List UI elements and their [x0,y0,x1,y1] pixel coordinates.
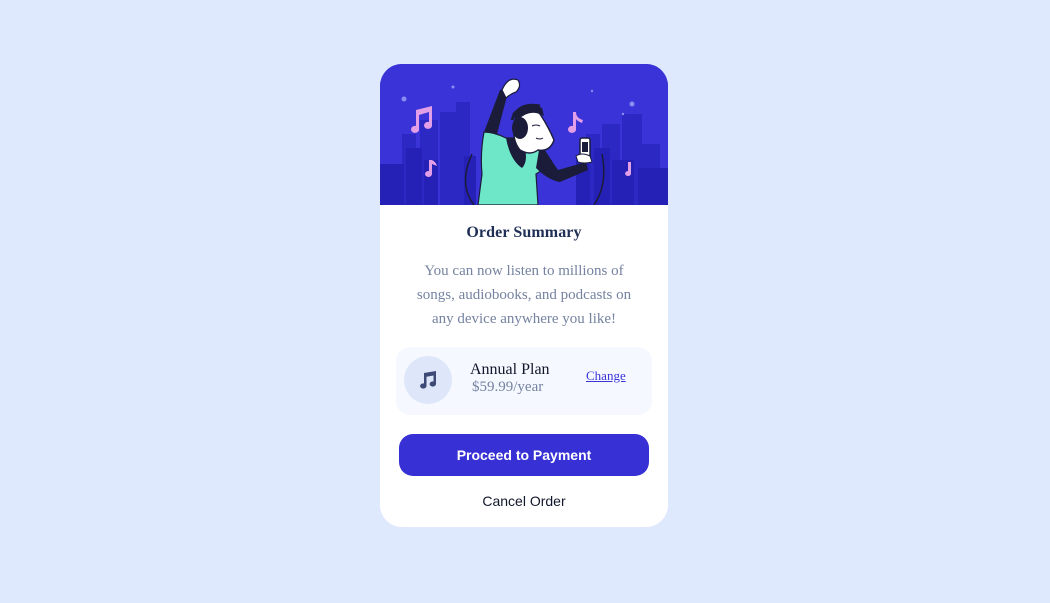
hero-illustration [380,64,668,205]
plan-name: Annual Plan [470,361,550,378]
card-description: You can now listen to millions of songs,… [416,263,632,327]
proceed-to-payment-button[interactable]: Proceed to Payment [399,434,649,476]
cancel-order-button[interactable]: Cancel Order [380,493,668,509]
order-summary-card: Order Summary You can now listen to mill… [380,64,668,527]
hero-illustration-graphic [380,64,668,205]
plan-summary: Annual Plan $59.99/year Change [396,347,652,415]
change-plan-link[interactable]: Change [586,368,626,384]
plan-price: $59.99/year [472,379,544,395]
card-title: Order Summary [466,224,582,241]
music-note-icon [404,356,452,404]
